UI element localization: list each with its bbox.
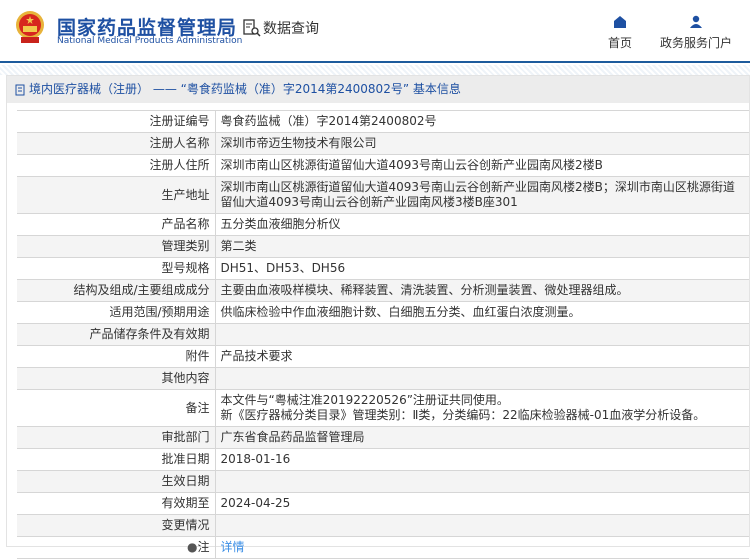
field-value-cell: 主要由血液吸样模块、稀释装置、清洗装置、分析测量装置、微处理器组成。: [214, 279, 749, 302]
info-table: 注册证编号 粤食药监械（准）字2014第2400802号 注册人名称 深圳市帝迈生物技…: [17, 110, 749, 559]
field-label: 型号规格: [17, 257, 216, 280]
field-label: 生产地址: [17, 176, 216, 214]
note-label: 注: [197, 540, 210, 554]
field-value-cell: [214, 367, 749, 390]
table-row: 生效日期: [17, 470, 749, 493]
field-value-cell: 第二类: [214, 235, 749, 258]
field-label: 适用范围/预期用途: [17, 301, 216, 324]
field-value: 本文件与“粤械注准20192220526”注册证共同使用。: [220, 393, 509, 407]
detail-panel: 境内医疗器械（注册） —— “粤食药监械（准）字2014第2400802号” 基…: [6, 75, 750, 559]
field-value-cell: 粤食药监械（准）字2014第2400802号: [214, 110, 749, 133]
field-label: 注册人住所: [17, 154, 216, 177]
document-icon: [15, 84, 25, 95]
field-value-cell: 产品技术要求: [214, 345, 749, 368]
table-row: 附件 产品技术要求: [17, 345, 749, 368]
field-value: 粤食药监械（准）字2014第2400802号: [220, 114, 437, 128]
field-value: 广东省食品药品监督管理局: [220, 430, 365, 444]
national-emblem-icon: [16, 11, 44, 43]
data-query-label: 数据查询: [263, 21, 319, 37]
field-value-cell: 深圳市帝迈生物技术有限公司: [214, 132, 749, 155]
nav-service-portal[interactable]: 政务服务门户: [658, 14, 734, 51]
field-value: 深圳市帝迈生物技术有限公司: [220, 136, 377, 150]
field-value: 五分类血液细胞分析仪: [220, 217, 341, 231]
field-value-cell: 供临床检验中作血液细胞计数、白细胞五分类、血红蛋白浓度测量。: [214, 301, 749, 324]
field-label: 变更情况: [17, 514, 216, 537]
table-row-note: ●注 详情: [17, 536, 749, 559]
table-row: 其他内容: [17, 367, 749, 390]
field-label: 审批部门: [17, 426, 216, 449]
field-value: 2024-04-25: [220, 496, 291, 510]
pin-icon: ●: [187, 540, 198, 554]
field-label: 其他内容: [17, 367, 216, 390]
field-label: 产品储存条件及有效期: [17, 323, 216, 346]
site-header: 国家药品监督管理局 National Medical Products Admi…: [0, 0, 750, 63]
field-value: DH51、DH53、DH56: [220, 261, 346, 275]
details-link[interactable]: 详情: [221, 540, 245, 554]
table-row: 产品储存条件及有效期: [17, 323, 749, 346]
field-value: 主要由血液吸样模块、稀释装置、清洗装置、分析测量装置、微处理器组成。: [220, 283, 629, 297]
field-label: 有效期至: [17, 492, 216, 515]
brand-subtitle: National Medical Products Administration: [57, 36, 243, 46]
note-label-cell: ●注: [17, 536, 216, 559]
field-label: 注册证编号: [17, 110, 216, 133]
table-row: 适用范围/预期用途 供临床检验中作血液细胞计数、白细胞五分类、血红蛋白浓度测量。: [17, 301, 749, 324]
field-value: 第二类: [220, 239, 257, 253]
field-value-cell: 2018-01-16: [214, 448, 749, 471]
field-label: 注册人名称: [17, 132, 216, 155]
table-row: 型号规格 DH51、DH53、DH56: [17, 257, 749, 280]
field-value: 深圳市南山区桃源街道留仙大道4093号南山云谷创新产业园南风楼2楼B: [220, 158, 603, 172]
field-value-cell: [214, 323, 749, 346]
field-value-cell: [214, 470, 749, 493]
field-label: 附件: [17, 345, 216, 368]
table-row: 注册人名称 深圳市帝迈生物技术有限公司: [17, 132, 749, 155]
decorative-band: [0, 65, 750, 75]
field-label: 产品名称: [17, 213, 216, 236]
table-row: 生产地址 深圳市南山区桃源街道留仙大道4093号南山云谷创新产业园南风楼2楼B；深…: [17, 176, 749, 214]
table-row: 有效期至 2024-04-25: [17, 492, 749, 515]
table-row: 产品名称 五分类血液细胞分析仪: [17, 213, 749, 236]
field-value-cell: 深圳市南山区桃源街道留仙大道4093号南山云谷创新产业园南风楼2楼B: [214, 154, 749, 177]
note-value-cell: 详情: [214, 536, 749, 559]
field-value-line2: 新《医疗器械分类目录》管理类别：Ⅱ类，分类编码：22临床检验器械-01血液学分析…: [220, 408, 706, 422]
field-label: 备注: [17, 389, 216, 427]
field-value-cell: 2024-04-25: [214, 492, 749, 515]
panel-title-text: 境内医疗器械（注册） —— “粤食药监械（准）字2014第2400802号” 基…: [29, 82, 461, 96]
field-label: 结构及组成/主要组成成分: [17, 279, 216, 302]
field-value-cell: DH51、DH53、DH56: [214, 257, 749, 280]
field-value-cell: [214, 514, 749, 537]
table-row: 注册证编号 粤食药监械（准）字2014第2400802号: [17, 110, 749, 133]
nav-home[interactable]: 首页: [604, 14, 636, 51]
table-row: 结构及组成/主要组成成分 主要由血液吸样模块、稀释装置、清洗装置、分析测量装置、微…: [17, 279, 749, 302]
table-row: 变更情况: [17, 514, 749, 537]
field-value: 产品技术要求: [220, 349, 293, 363]
field-value-cell: 深圳市南山区桃源街道留仙大道4093号南山云谷创新产业园南风楼2楼B；深圳市南山…: [214, 176, 749, 214]
table-row: 批准日期 2018-01-16: [17, 448, 749, 471]
field-label: 生效日期: [17, 470, 216, 493]
table-row: 备注 本文件与“粤械注准20192220526”注册证共同使用。 新《医疗器械分类目…: [17, 389, 749, 427]
field-label: 管理类别: [17, 235, 216, 258]
user-icon: [690, 15, 702, 28]
nav-home-label: 首页: [607, 36, 632, 50]
field-value: 深圳市南山区桃源街道留仙大道4093号南山云谷创新产业园南风楼2楼B；深圳市南山…: [220, 180, 735, 209]
field-value-cell: 广东省食品药品监督管理局: [214, 426, 749, 449]
field-value-cell: 本文件与“粤械注准20192220526”注册证共同使用。 新《医疗器械分类目录》…: [214, 389, 749, 427]
field-label: 批准日期: [17, 448, 216, 471]
field-value: 供临床检验中作血液细胞计数、白细胞五分类、血红蛋白浓度测量。: [220, 305, 581, 319]
data-query-link[interactable]: 数据查询: [243, 18, 319, 38]
panel-title: 境内医疗器械（注册） —— “粤食药监械（准）字2014第2400802号” 基…: [7, 76, 749, 103]
table-row: 审批部门 广东省食品药品监督管理局: [17, 426, 749, 449]
nav-service-portal-label: 政务服务门户: [659, 36, 732, 50]
home-icon: [614, 16, 626, 28]
field-value: 2018-01-16: [220, 452, 291, 466]
document-search-icon: [243, 19, 261, 37]
table-row: 注册人住所 深圳市南山区桃源街道留仙大道4093号南山云谷创新产业园南风楼2楼B: [17, 154, 749, 177]
table-row: 管理类别 第二类: [17, 235, 749, 258]
field-value-cell: 五分类血液细胞分析仪: [214, 213, 749, 236]
